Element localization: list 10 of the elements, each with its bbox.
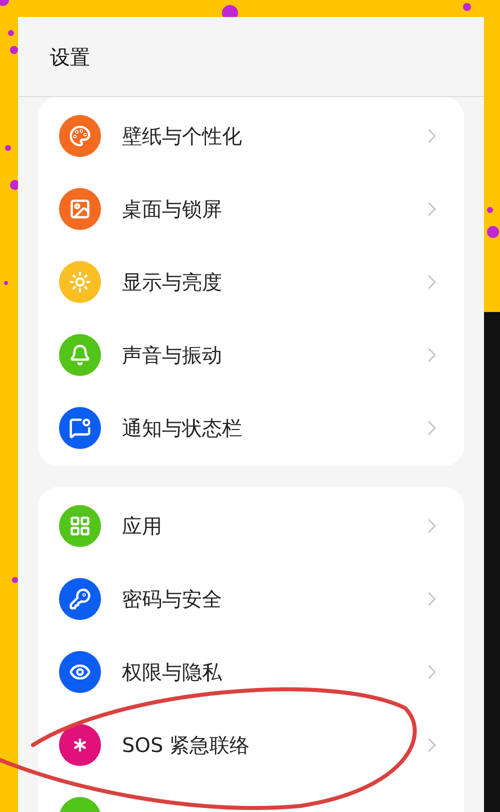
setting-label[interactable]: 权限与隐私 [122,656,420,686]
setting-label[interactable]: 声音与振动 [122,340,420,370]
setting-label[interactable]: 显示与亮度 [122,266,420,296]
setting-label[interactable]: 桌面与锁屏 [122,194,420,224]
setting-label[interactable]: 通知与状态栏 [122,412,420,442]
setting-label[interactable]: 密码与安全 [122,584,420,614]
setting-label[interactable]: SOS 紧急联络 [122,730,420,760]
setting-label[interactable]: 壁纸与个性化 [122,120,420,150]
screen-title: 设置 [50,44,90,70]
setting-label[interactable]: 应用 [122,510,420,540]
